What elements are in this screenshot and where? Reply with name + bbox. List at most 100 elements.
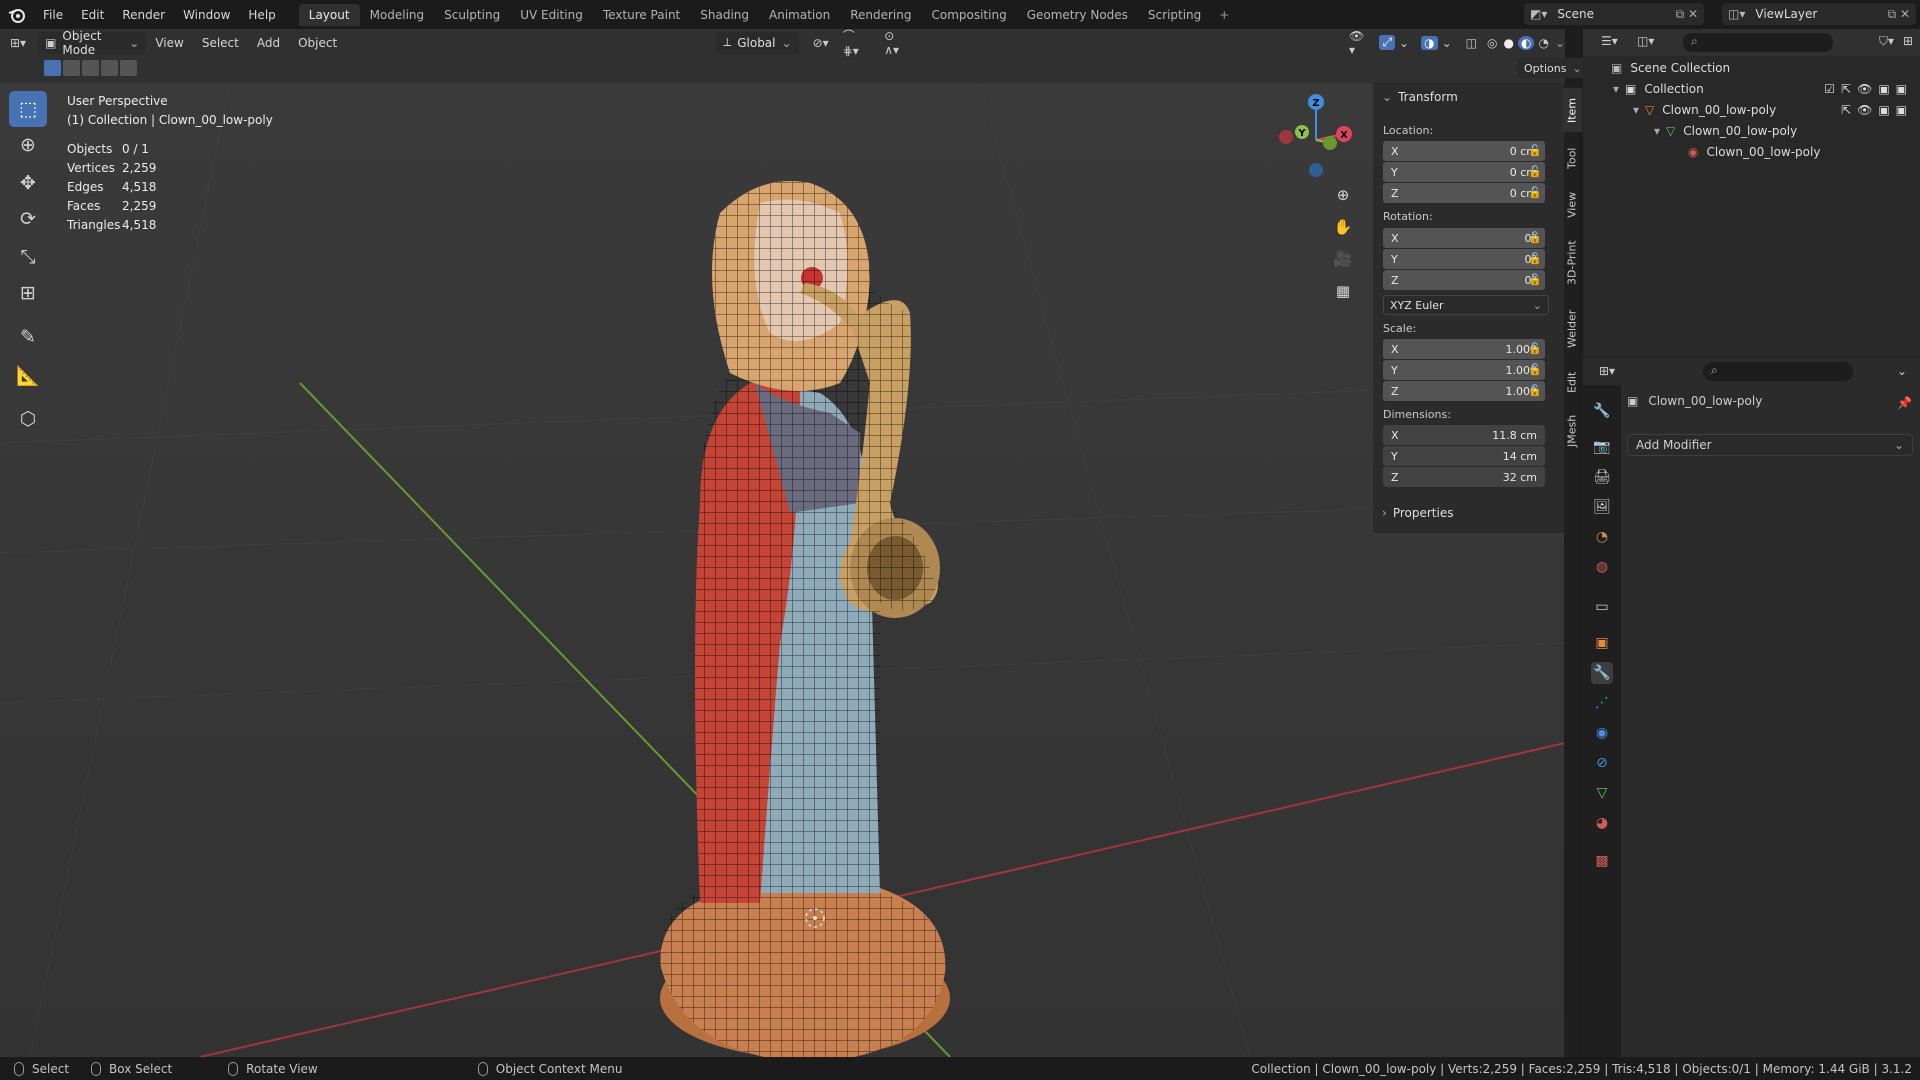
transform-tool-icon[interactable]: ⊞ [9,275,47,311]
menu-edit[interactable]: Edit [72,8,113,22]
filter-icon[interactable]: ⛉▾ [1879,34,1894,49]
navigation-gizmo[interactable]: Z X Y [1270,90,1366,186]
lock-icon[interactable]: 🔓 [1528,363,1542,377]
menu-window[interactable]: Window [174,8,239,22]
new-collection-icon[interactable]: ⊞ [1903,34,1913,48]
outliner-collection[interactable]: ▾ ▣ Collection ☑⇱👁▣▣ [1613,78,1913,99]
particles-properties-icon[interactable]: ⋰ [1591,692,1613,714]
collection-visibility-icons[interactable]: ☑⇱👁▣▣ [1824,82,1913,96]
tab-edit[interactable]: Edit [1562,364,1582,400]
scale-tool-icon[interactable]: ⤡ [9,239,47,275]
properties-editor-icon[interactable]: ⊞▾ [1599,364,1615,378]
object-visibility-icons[interactable]: ⇱👁▣▣ [1841,103,1913,117]
zoom-icon[interactable]: ⊕ [1328,180,1358,210]
mode-dropdown[interactable]: ▣ Object Mode ⌄ [38,29,147,57]
snap-icon[interactable]: ⌒ ⋕▾ [843,27,871,58]
scale-z-field[interactable]: Z 1.000 [1383,381,1545,401]
wireframe-shading-icon[interactable]: ◎ [1487,36,1497,50]
lock-icon[interactable]: 🔓 [1528,186,1542,200]
tab-tool[interactable]: Tool [1562,138,1582,178]
select-intersect-icon[interactable] [120,60,137,76]
menu-file[interactable]: File [34,8,72,22]
tab-view[interactable]: View [1562,184,1582,226]
solid-shading-icon[interactable]: ● [1503,36,1513,50]
select-menu[interactable]: Select [193,36,248,50]
lock-icon[interactable]: 🔓 [1528,231,1542,245]
select-invert-icon[interactable] [101,60,118,76]
scene-properties-icon[interactable]: ◔ [1591,526,1613,548]
properties-section-header[interactable]: › Properties [1382,506,1453,520]
tab-texture-paint[interactable]: Texture Paint [593,4,690,26]
close-view-layer-icon[interactable]: ⧉ ✕ [1888,7,1910,22]
add-modifier-dropdown[interactable]: Add Modifier ⌄ [1627,434,1913,456]
select-subtract-icon[interactable] [82,60,99,76]
orientation-dropdown[interactable]: ⟂ Global ⌄ [716,31,799,54]
outliner-object[interactable]: ▾ ▽ Clown_00_low-poly ⇱👁▣▣ [1633,99,1913,120]
chevron-down-icon[interactable]: ⌄ [1897,364,1907,378]
expand-arrow-icon[interactable]: ▾ [1654,124,1660,138]
rotate-tool-icon[interactable]: ⟳ [9,201,47,237]
add-cube-tool-icon[interactable]: ⬡ [9,401,47,437]
tab-shading[interactable]: Shading [690,4,759,26]
modifier-properties-icon[interactable]: 🔧 [1591,662,1613,684]
tab-modeling[interactable]: Modeling [360,4,435,26]
xray-icon[interactable]: ◫ [1466,36,1477,50]
rotation-y-field[interactable]: Y 0° [1383,249,1545,269]
view-layer-properties-icon[interactable]: 🖼 [1591,496,1613,518]
material-properties-icon[interactable]: ◕ [1591,812,1613,834]
ortho-grid-icon[interactable]: ▦ [1328,276,1358,306]
lock-icon[interactable]: 🔓 [1528,273,1542,287]
tab-welder[interactable]: Welder [1562,300,1582,358]
outliner-search-input[interactable]: ⌕ [1683,33,1833,52]
rotation-z-field[interactable]: Z 0° [1383,270,1545,290]
pan-hand-icon[interactable]: ✋ [1328,212,1358,242]
world-properties-icon[interactable]: ◍ [1591,556,1613,578]
measure-tool-icon[interactable]: 📐 [9,357,47,393]
outliner-scene-collection[interactable]: ▣ Scene Collection [1611,57,1730,78]
dimension-y-field[interactable]: Y 14 cm [1383,446,1545,466]
rotation-mode-dropdown[interactable]: XYZ Euler ⌄ [1383,295,1549,315]
expand-arrow-icon[interactable]: ▾ [1633,103,1639,117]
blender-logo-icon[interactable] [0,0,34,29]
close-scene-icon[interactable]: ⧉ ✕ [1676,7,1698,22]
location-y-field[interactable]: Y0 cm [1383,162,1545,182]
dimension-z-field[interactable]: Z 32 cm [1383,467,1545,487]
options-dropdown[interactable]: Options ⌄ [1517,58,1589,78]
select-extend-icon[interactable] [63,60,80,76]
tab-animation[interactable]: Animation [759,4,840,26]
cursor-tool-icon[interactable]: ⊕ [9,127,47,163]
tab-rendering[interactable]: Rendering [840,4,921,26]
pin-icon[interactable]: 📌 [1897,396,1912,410]
tool-properties-icon[interactable]: 🔧 [1591,400,1613,422]
editor-type-icon[interactable]: ⊞▾ [10,36,26,50]
add-workspace-icon[interactable]: + [1211,4,1237,26]
output-properties-icon[interactable]: 🖨 [1591,466,1613,488]
tab-scripting[interactable]: Scripting [1138,4,1211,26]
move-tool-icon[interactable]: ✥ [9,165,47,201]
outliner-material[interactable]: ◉ Clown_00_low-poly [1688,141,1820,162]
view-menu[interactable]: View [146,36,192,50]
material-preview-shading-icon[interactable]: ◐ [1517,35,1535,50]
tab-3d-print[interactable]: 3D-Print [1562,232,1582,294]
tab-item[interactable]: Item [1562,88,1582,132]
constraint-properties-icon[interactable]: ⊘ [1591,752,1613,774]
annotate-tool-icon[interactable]: ✎ [9,319,47,355]
view-layer-selector[interactable]: ◫▾ ViewLayer ⧉ ✕ [1722,3,1916,25]
select-new-icon[interactable] [44,60,61,76]
rendered-shading-icon[interactable]: ◔ [1538,36,1548,50]
outliner-mesh-data[interactable]: ▾ ▽ Clown_00_low-poly [1654,120,1797,141]
rotation-x-field[interactable]: X 0° [1383,228,1545,248]
properties-search-input[interactable]: ⌕ [1703,362,1853,381]
proportional-edit-icon[interactable]: ⊙ ∧▾ [884,29,909,57]
mesh-data-properties-icon[interactable]: ▽ [1591,782,1613,804]
render-properties-icon[interactable]: 📷 [1591,436,1613,458]
location-x-field[interactable]: X0 cm [1383,141,1545,161]
tab-geometry-nodes[interactable]: Geometry Nodes [1017,4,1138,26]
physics-properties-icon[interactable]: ◉ [1591,722,1613,744]
menu-render[interactable]: Render [113,8,174,22]
overlays-toggle-icon[interactable]: ◑ [1421,35,1438,50]
visibility-icon[interactable]: 👁▾ [1349,29,1367,57]
outliner-editor-icon[interactable]: ☰▾ [1601,34,1618,48]
dimension-x-field[interactable]: X 11.8 cm [1383,425,1545,445]
lock-icon[interactable]: 🔓 [1528,144,1542,158]
